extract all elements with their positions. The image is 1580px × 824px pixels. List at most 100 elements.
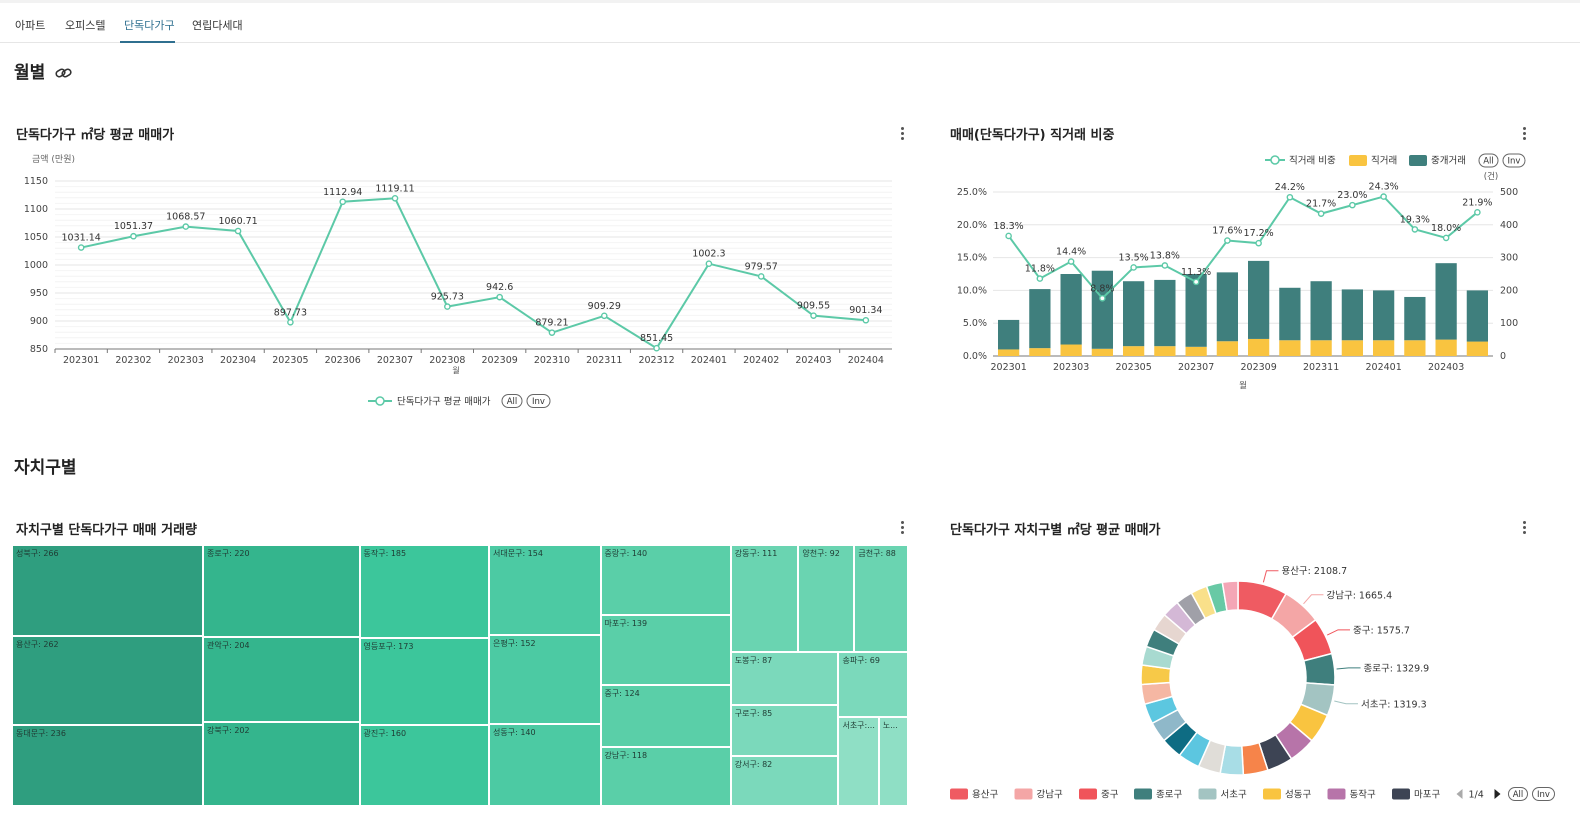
treemap-cell[interactable]: 중구: 124 [600,684,731,747]
treemap-cell[interactable]: 은평구: 152 [489,635,601,725]
combo-ratio-label: 24.3% [1369,182,1399,193]
donut-legend-swatch [1263,788,1281,800]
combo-y-right-tick-label: 300 [1500,253,1518,264]
combo-bar-direct [1466,341,1488,356]
combo-y-left-tick-label: 20.0% [957,220,987,231]
line-data-label: 909.29 [588,301,621,312]
combo-ratio-label: 17.2% [1244,228,1274,239]
treemap-cell[interactable]: 강서구: 82 [730,756,839,806]
line-legend-marker [375,396,385,406]
treemap-cell[interactable]: 노... [878,716,908,806]
line-data-label: 1002.3 [692,249,725,260]
combo-bar-direct [998,349,1020,356]
combo-ratio-label: 11.3% [1181,267,1211,278]
donut-legend-label: 마포구 [1414,790,1440,801]
treemap-menu-icon[interactable] [899,521,905,535]
donut-slice-label: 용산구: 2108.7 [1281,566,1347,577]
treemap-cell[interactable]: 중랑구: 140 [600,545,731,616]
donut-legend-swatch [1198,788,1217,800]
treemap-cell[interactable]: 강동구: 111 [730,545,799,653]
line-x-tick-label: 202301 [63,355,99,366]
tab-officetel[interactable]: 오피스텔 [65,17,105,33]
combo-legend-ratio-marker [1270,155,1280,165]
tab-detached-house[interactable]: 단독다가구 [124,17,175,33]
line-x-tick-label: 202311 [586,355,622,366]
treemap-cell[interactable]: 영등포구: 173 [359,638,489,726]
line-x-tick-label: 202310 [534,355,570,366]
combo-legend-broker-label: 중개거래 [1431,156,1466,167]
combo-bar-broker [1029,289,1051,349]
donut-legend-all-label: All [1513,790,1524,800]
donut-legend-label: 용산구 [972,790,998,801]
link-icon[interactable] [55,66,73,80]
combo-bar-direct [1248,338,1270,356]
combo-chart-menu-icon[interactable] [1521,127,1527,141]
line-x-tick-label: 202305 [272,355,308,366]
combo-bar-broker [1404,296,1426,341]
treemap-cell[interactable]: 관악구: 204 [203,636,360,722]
combo-ratio-point [1349,201,1356,209]
legend-prev-page-icon[interactable] [1456,789,1463,799]
combo-ratio-point [1067,258,1075,265]
line-data-label: 901.34 [849,305,882,316]
treemap-cell[interactable]: 동대문구: 236 [12,725,203,806]
treemap-cell[interactable]: 용산구: 262 [12,635,203,726]
combo-ratio-point [1224,237,1231,244]
legend-next-page-icon[interactable] [1494,789,1501,799]
combo-bar-direct [1341,340,1363,356]
combo-chart: 직거래 비중 직거래 중개거래 All Inv (건) 0.0% 5.0% 10.0% 15.0%… [957,153,1526,391]
combo-x-tick-label: 202311 [1303,362,1339,373]
treemap-cell[interactable]: 금천구: 88 [854,545,908,653]
donut-legend-label: 서초구 [1221,790,1247,801]
line-data-point [287,318,294,326]
combo-bar-direct [1060,344,1082,356]
combo-y-left-tick-label: 10.0% [957,285,987,296]
line-x-tick-label: 202303 [168,355,204,366]
donut-label-line [1303,594,1324,605]
treemap-cell[interactable]: 강북구: 202 [203,721,360,806]
combo-ratio-label: 13.8% [1150,250,1180,261]
combo-bar-direct [1154,346,1176,356]
combo-y-right-tick-label: 100 [1500,318,1518,329]
combo-ratio-label: 24.2% [1275,182,1305,193]
line-data-point [548,329,556,336]
donut-legend-swatch [1079,788,1097,800]
treemap-cell[interactable]: 성동구: 140 [489,724,601,806]
treemap-cell[interactable]: 성북구: 266 [12,545,203,636]
tab-apartment[interactable]: 아파트 [15,17,45,33]
line-x-tick-label: 202308 [429,355,465,366]
treemap: 성북구: 266 용산구: 262 동대문구: 236 종로구: 220 관악구: 20… [12,545,908,806]
combo-ratio-point [1442,234,1450,242]
combo-chart-title: 매매(단독다가구) 직거래 비중 [950,128,1115,143]
treemap-cell[interactable]: 양천구: 92 [798,545,855,653]
combo-ratio-label: 13.5% [1119,252,1149,263]
line-data-point [600,312,608,320]
combo-bar-direct [1185,346,1207,356]
donut-slice-label: 강남구: 1665.4 [1326,590,1392,601]
treemap-cell[interactable]: 동작구: 185 [359,545,489,639]
treemap-cell[interactable]: 구로구: 85 [730,704,839,757]
combo-legend-ratio-label: 직거래 비중 [1289,156,1336,167]
treemap-cell[interactable]: 송파구: 69 [838,652,908,717]
combo-legend-direct-label: 직거래 [1371,156,1397,167]
treemap-cell[interactable]: 광진구: 160 [359,725,489,806]
tab-row-house[interactable]: 연립다세대 [192,17,243,33]
combo-bar-broker [1248,260,1270,339]
treemap-cell[interactable]: 서초구:... [838,716,879,806]
active-tab-indicator [120,41,175,43]
line-x-tick-label: 202404 [848,355,884,366]
treemap-cell[interactable]: 서대문구: 154 [489,545,601,636]
line-chart-menu-icon[interactable] [899,127,905,141]
line-data-point [757,273,765,280]
donut-legend-label: 종로구 [1156,790,1182,801]
treemap-cell[interactable]: 종로구: 220 [203,545,360,637]
combo-ratio-point [1411,226,1419,233]
line-data-label: 897.73 [274,307,307,318]
treemap-cell[interactable]: 강남구: 118 [600,746,731,806]
combo-x-tick-label: 202403 [1428,362,1464,373]
combo-ratio-point [1099,294,1106,302]
treemap-cell[interactable]: 마포구: 139 [600,615,731,685]
combo-ratio-label: 19.3% [1400,214,1430,225]
donut-chart-menu-icon[interactable] [1521,521,1527,535]
treemap-cell[interactable]: 도봉구: 87 [730,652,839,705]
